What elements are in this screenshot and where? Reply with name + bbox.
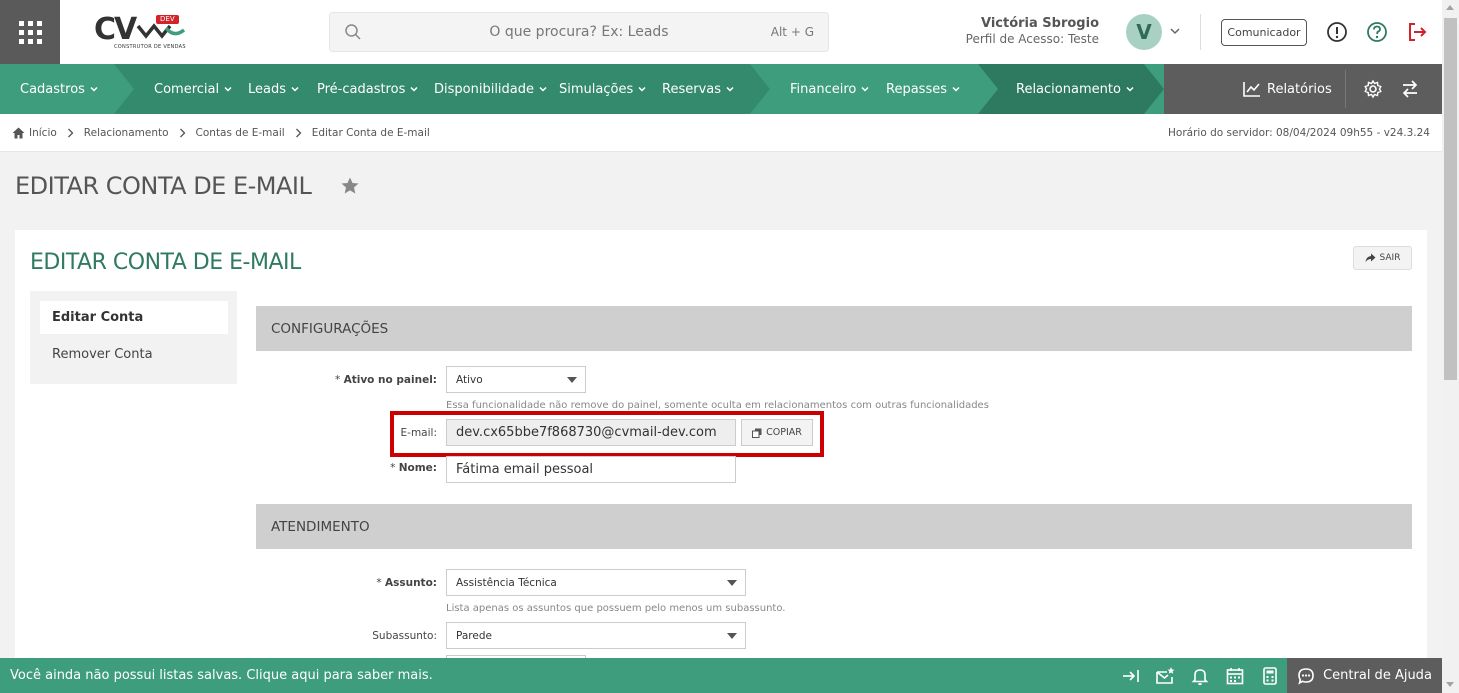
chevron-down-icon — [90, 86, 98, 92]
logo-dev-badge: DEV — [156, 15, 179, 24]
chevron-down-icon — [861, 86, 869, 92]
ativo-select[interactable]: Ativo — [446, 366, 586, 393]
search-box[interactable]: O que procura? Ex: Leads Alt + G — [329, 12, 829, 52]
logo-wave-icon — [136, 23, 186, 39]
page-title: EDITAR CONTA DE E-MAIL — [15, 172, 312, 200]
nav-pre-cadastros[interactable]: Pré-cadastros — [317, 64, 419, 114]
chevron-right-icon — [67, 128, 74, 138]
logo-subtitle: CONSTRUTOR DE VENDAS — [114, 44, 186, 50]
breadcrumb-current: Editar Conta de E-mail — [311, 127, 430, 139]
exit-button[interactable]: SAIR — [1353, 246, 1412, 270]
nav-repasses[interactable]: Repasses — [886, 64, 961, 114]
ativo-label: * Ativo no painel: — [335, 374, 437, 386]
sidebar-item-remover-conta[interactable]: Remover Conta — [40, 338, 228, 371]
sidebar: Editar Conta Remover Conta — [30, 291, 237, 384]
scroll-up-icon[interactable] — [1446, 5, 1454, 10]
apps-grid-icon — [18, 20, 42, 44]
ativo-hint: Essa funcionalidade não remove do painel… — [446, 400, 989, 411]
logo-text: CV — [94, 12, 137, 47]
top-header: CV DEV CONSTRUTOR DE VENDAS O que procur… — [0, 0, 1442, 64]
server-time: Horário do servidor: 08/04/2024 09h55 - … — [1168, 127, 1430, 139]
caret-down-icon — [727, 580, 737, 586]
help-icon[interactable] — [1366, 21, 1388, 43]
logout-icon[interactable] — [1406, 21, 1428, 43]
search-input[interactable]: O que procura? Ex: Leads — [330, 24, 828, 40]
breadcrumb: Início Relacionamento Contas de E-mail E… — [12, 127, 430, 139]
comunicador-button[interactable]: Comunicador — [1221, 19, 1307, 46]
card-title: EDITAR CONTA DE E-MAIL — [30, 250, 301, 275]
main-nav: Cadastros Comercial Leads Pré-cadastros … — [0, 64, 1442, 114]
breadcrumb-bar: Início Relacionamento Contas de E-mail E… — [0, 114, 1442, 152]
edit-card: EDITAR CONTA DE E-MAIL SAIR Editar Conta… — [15, 230, 1427, 670]
nav-reservas[interactable]: Reservas — [662, 64, 735, 114]
assunto-select[interactable]: Assistência Técnica — [446, 569, 746, 596]
nome-label: * Nome: — [390, 462, 437, 474]
share-arrow-icon — [1365, 253, 1376, 263]
nav-relacionamento[interactable]: Relacionamento — [1016, 64, 1135, 114]
chevron-down-icon — [638, 86, 646, 92]
avatar[interactable]: V — [1126, 14, 1162, 50]
user-name[interactable]: Victória Sbrogio — [981, 16, 1099, 31]
divider — [1200, 14, 1201, 50]
nav-relatorios[interactable]: Relatórios — [1242, 64, 1332, 114]
info-icon[interactable] — [1326, 21, 1348, 43]
chart-line-icon — [1243, 82, 1260, 97]
chevron-down-icon[interactable] — [1168, 24, 1182, 38]
saved-lists-message[interactable]: Você ainda não possui listas salvas. Cli… — [10, 668, 433, 683]
assunto-hint: Lista apenas os assuntos que possuem pel… — [446, 603, 786, 614]
scrollbar-thumb[interactable] — [1444, 18, 1457, 380]
nav-simulacoes[interactable]: Simulações — [559, 64, 647, 114]
chevron-down-icon — [291, 86, 299, 92]
search-shortcut: Alt + G — [770, 25, 814, 39]
divider — [1345, 70, 1346, 108]
chevron-down-icon — [726, 86, 734, 92]
chevron-right-icon — [295, 128, 302, 138]
bell-icon[interactable] — [1190, 666, 1210, 686]
gear-icon[interactable] — [1363, 79, 1383, 99]
logo[interactable]: CV DEV CONSTRUTOR DE VENDAS — [92, 10, 192, 54]
subassunto-label: Subassunto: — [372, 630, 437, 642]
nav-tools: Relatórios — [1164, 64, 1442, 114]
nav-leads[interactable]: Leads — [248, 64, 300, 114]
highlight-box — [390, 411, 824, 457]
apps-menu-button[interactable] — [0, 0, 60, 64]
nav-financeiro[interactable]: Financeiro — [790, 64, 870, 114]
nav-comercial[interactable]: Comercial — [154, 64, 233, 114]
breadcrumb-relacionamento[interactable]: Relacionamento — [84, 127, 169, 139]
mail-star-icon[interactable] — [1155, 666, 1175, 686]
caret-down-icon — [727, 633, 737, 639]
section-configuracoes: CONFIGURAÇÕES — [256, 306, 1412, 351]
help-center-button[interactable]: Central de Ajuda — [1287, 658, 1442, 693]
calendar-icon[interactable] — [1225, 666, 1245, 686]
section-atendimento: ATENDIMENTO — [256, 504, 1412, 549]
assunto-label: * Assunto: — [376, 577, 437, 589]
chevron-down-icon — [539, 86, 547, 92]
calculator-icon[interactable] — [1260, 666, 1280, 686]
subassunto-select[interactable]: Parede — [446, 622, 746, 649]
chat-icon — [1298, 667, 1314, 685]
nav-cadastros[interactable]: Cadastros — [20, 64, 99, 114]
swap-icon[interactable] — [1400, 79, 1420, 99]
chevron-down-icon — [952, 86, 960, 92]
chevron-right-icon — [179, 128, 185, 138]
chevron-down-icon — [410, 86, 418, 92]
collapse-right-icon[interactable] — [1121, 666, 1141, 686]
chevron-down-icon — [224, 86, 232, 92]
scroll-down-icon[interactable] — [1446, 682, 1454, 687]
caret-down-icon — [567, 377, 577, 383]
footer-bar: Você ainda não possui listas salvas. Cli… — [0, 658, 1442, 693]
breadcrumb-home[interactable]: Início — [29, 127, 57, 139]
nome-field[interactable]: Fátima email pessoal — [446, 456, 736, 483]
user-profile: Perfil de Acesso: Teste — [965, 32, 1099, 46]
home-icon — [12, 127, 25, 139]
nav-disponibilidade[interactable]: Disponibilidade — [434, 64, 548, 114]
sidebar-item-editar-conta[interactable]: Editar Conta — [40, 301, 228, 334]
chevron-down-icon — [1126, 86, 1134, 92]
breadcrumb-contas-email[interactable]: Contas de E-mail — [196, 127, 285, 139]
star-icon[interactable] — [340, 176, 360, 196]
